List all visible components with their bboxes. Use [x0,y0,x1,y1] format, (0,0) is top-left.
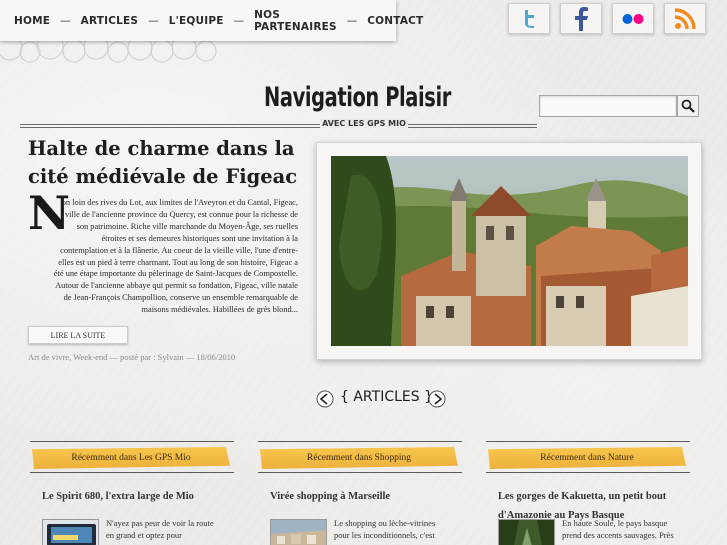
social-links [508,3,706,34]
facebook-icon [575,6,588,31]
marseille-image [271,520,326,545]
figeac-town-image [331,156,688,346]
column-rule [30,472,234,473]
nav-equipe[interactable]: L'EQUIPE [169,15,224,27]
column-header: Récemment dans Les GPS Mio [32,447,230,469]
rss-button[interactable] [664,3,706,34]
featured-photo-frame [316,142,702,360]
search-input[interactable] [539,95,677,117]
carousel-prev-button[interactable] [316,390,334,408]
nav-contact[interactable]: CONTACT [367,15,423,27]
column-header: Récemment dans Nature [488,447,686,469]
flickr-icon [622,13,644,24]
facebook-button[interactable] [560,3,602,34]
nav-home[interactable]: HOME [14,15,50,27]
gps-device-image [43,520,98,545]
post-title[interactable]: Virée shopping à Marseille [270,487,460,506]
nav-separator: — [233,14,245,27]
column-rule [486,441,690,442]
nav-articles[interactable]: ARTICLES [81,15,139,27]
column-rule [486,472,690,473]
main-nav: HOME — ARTICLES — L'EQUIPE — NOS PARTENA… [0,0,423,41]
column-header: Récemment dans Shopping [260,447,458,469]
column-rule [30,441,234,442]
twitter-button[interactable] [508,3,550,34]
article-title[interactable]: Halte de charme dans la cité médiévale d… [28,135,313,191]
twitter-icon [525,9,534,28]
nav-separator: — [60,14,71,27]
column-rule [258,441,462,442]
flickr-button[interactable] [612,3,654,34]
header-rule [20,124,537,125]
carousel-label: { ARTICLES } [340,389,433,405]
site-tagline: AVEC LES GPS MIO [320,119,408,128]
search-icon [681,99,695,113]
read-more-button[interactable]: LIRE LA SUITE [28,326,128,344]
post-thumbnail[interactable] [42,519,99,545]
post-thumbnail[interactable] [270,519,327,545]
nav-partenaires[interactable]: NOS PARTENAIRES [254,9,337,33]
post-excerpt: N'ayez pas peur de voir la route en gran… [106,518,214,540]
rss-icon [674,7,696,29]
post-excerpt: Le shopping ou lèche-vitrines pour les i… [334,518,436,540]
header-rule-2 [20,127,537,128]
featured-photo[interactable] [331,156,688,346]
nav-separator: — [346,14,358,27]
chevron-left-icon [316,390,334,408]
post-title[interactable]: Le Spirit 680, l'extra large de Mio [42,487,232,506]
chevron-right-icon [428,390,446,408]
search-button[interactable] [677,95,699,117]
carousel-next-button[interactable] [428,390,446,408]
kakuetta-gorges-image [499,520,554,545]
site-logo[interactable]: Navigation Plaisir [264,84,451,111]
nav-separator: — [148,14,159,27]
article-meta: Art de vivre, Week-end — posté par : Syl… [28,352,236,362]
article-body-text: on loin des rives du Lot, aux limites de… [53,198,298,315]
article-excerpt: on loin des rives du Lot, aux limites de… [28,197,298,316]
column-rule [258,472,462,473]
post-thumbnail[interactable] [498,519,555,545]
post-excerpt: En haute Soule, le pays basque prend des… [562,518,674,540]
